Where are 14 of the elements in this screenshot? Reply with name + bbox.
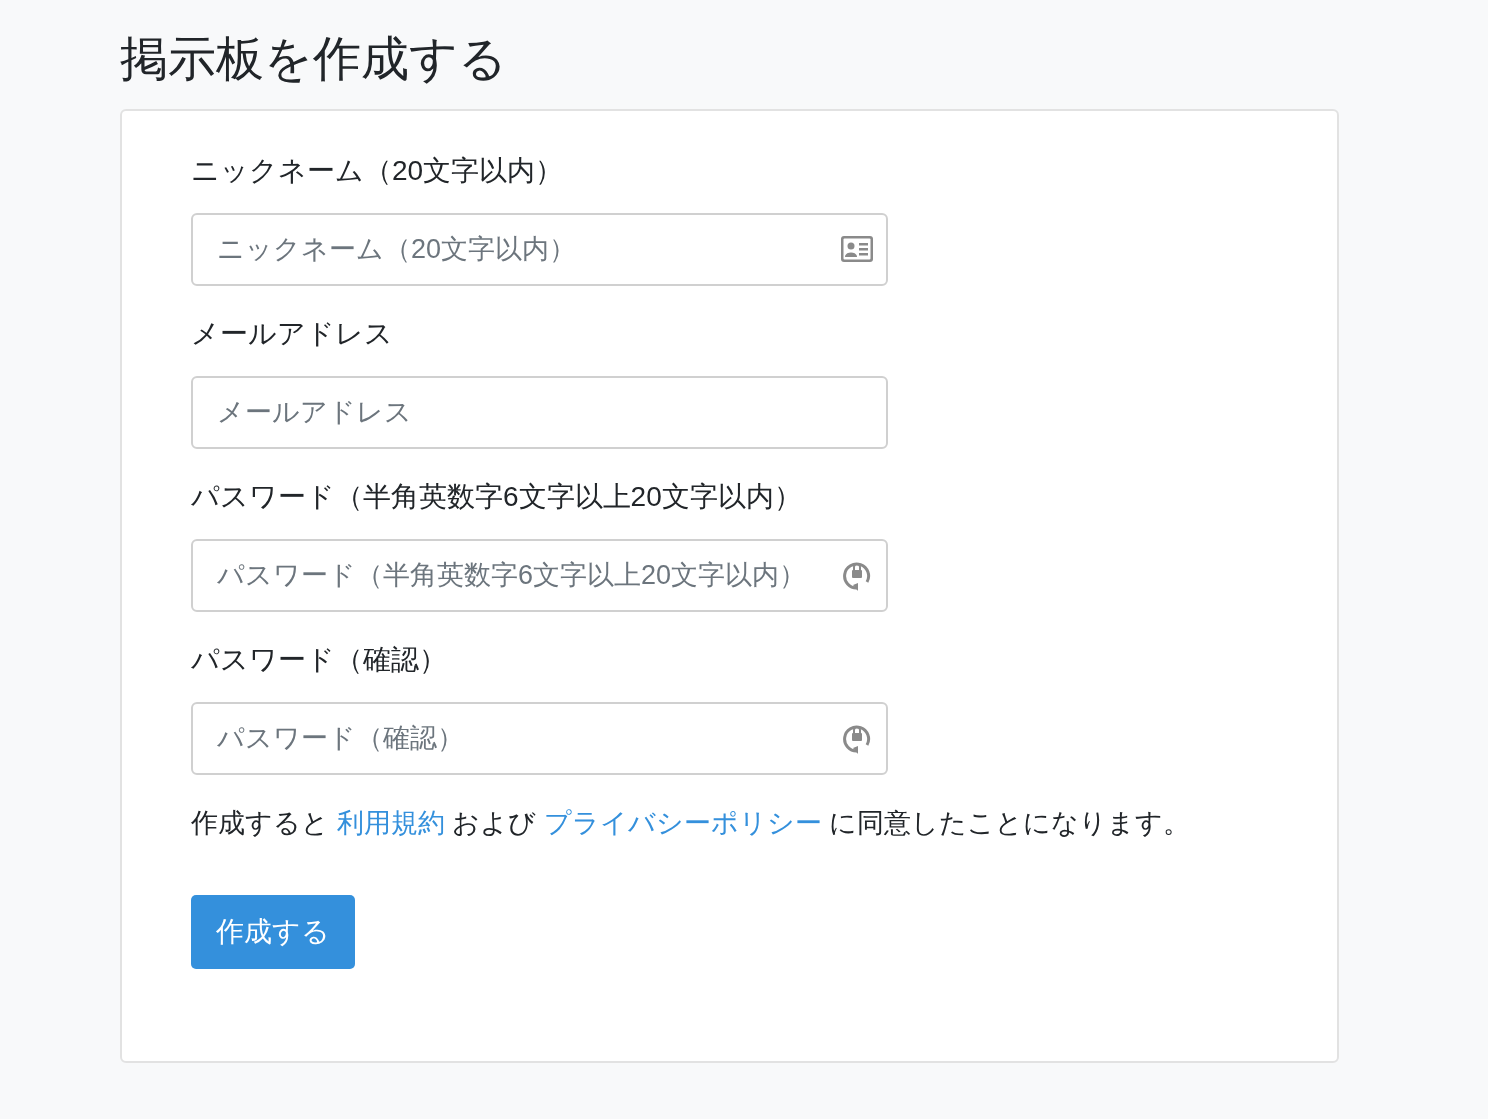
- input-field[interactable]: ニックネーム（20文字以内）: [191, 213, 888, 286]
- input-field[interactable]: パスワード（半角英数字6文字以上20文字以内）: [191, 539, 888, 612]
- input-field[interactable]: メールアドレス: [191, 376, 888, 449]
- field-label: パスワード（半角英数字6文字以上20文字以内）: [191, 480, 803, 514]
- contact-card-icon: [841, 236, 873, 262]
- terms-sentence: 作成すると 利用規約 および プライバシーポリシー に同意したことになります。: [191, 807, 1192, 840]
- page-title: 掲示板を作成する: [120, 31, 508, 87]
- input-field[interactable]: パスワード（確認）: [191, 702, 888, 775]
- field-label: ニックネーム（20文字以内）: [191, 154, 565, 188]
- field-label: パスワード（確認）: [191, 643, 448, 677]
- field-label: メールアドレス: [191, 317, 394, 351]
- privacy-policy-link[interactable]: プライバシーポリシー: [543, 808, 822, 838]
- terms-link[interactable]: 利用規約: [336, 808, 445, 838]
- submit-button[interactable]: 作成する: [191, 895, 355, 969]
